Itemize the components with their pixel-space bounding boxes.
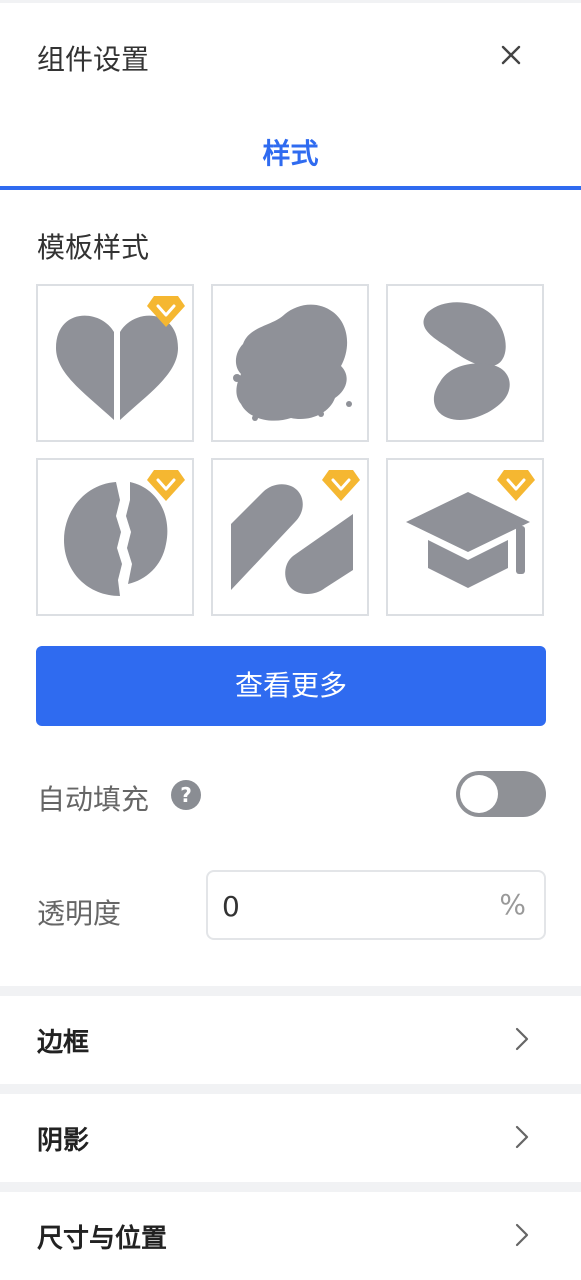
panel-header: 组件设置 xyxy=(0,0,581,110)
two-blobs-icon xyxy=(423,302,510,421)
toggle-knob xyxy=(460,775,498,813)
template-split-heart[interactable] xyxy=(36,284,194,442)
template-graduation-cap[interactable] xyxy=(386,458,544,616)
tab-bar: 样式 xyxy=(0,110,581,190)
section-size-position-label: 尺寸与位置 xyxy=(37,1224,168,1254)
view-more-button[interactable]: 查看更多 xyxy=(36,646,546,726)
auto-fill-toggle[interactable] xyxy=(456,771,546,817)
chevron-right-icon xyxy=(515,1125,529,1149)
chevron-right-icon xyxy=(515,1223,529,1247)
section-shadow[interactable]: 阴影 xyxy=(0,1094,581,1182)
section-shadow-label: 阴影 xyxy=(37,1126,90,1156)
close-button[interactable] xyxy=(494,38,528,72)
template-ink-blot[interactable] xyxy=(211,284,369,442)
opacity-input[interactable] xyxy=(222,886,472,926)
template-style-label: 模板样式 xyxy=(37,231,150,264)
section-divider xyxy=(0,1084,581,1094)
premium-gem-icon xyxy=(322,470,360,501)
premium-gem-icon xyxy=(147,296,185,327)
close-icon xyxy=(501,45,521,65)
ink-blot-icon xyxy=(233,304,352,421)
chevron-right-icon xyxy=(515,1027,529,1051)
panel-title: 组件设置 xyxy=(37,43,150,76)
opacity-field[interactable]: % xyxy=(206,870,546,940)
opacity-label: 透明度 xyxy=(37,897,122,930)
template-grid xyxy=(36,284,546,618)
premium-gem-icon xyxy=(497,470,535,501)
template-slanted-capsules[interactable] xyxy=(211,458,369,616)
section-border-label: 边框 xyxy=(37,1028,90,1058)
section-divider xyxy=(0,986,581,996)
section-size-position[interactable]: 尺寸与位置 xyxy=(0,1192,581,1280)
auto-fill-label: 自动填充 xyxy=(37,783,150,816)
section-border[interactable]: 边框 xyxy=(0,996,581,1084)
help-icon[interactable]: ? xyxy=(171,780,201,810)
premium-gem-icon xyxy=(147,470,185,501)
template-torn-circle[interactable] xyxy=(36,458,194,616)
template-two-blobs[interactable] xyxy=(386,284,544,442)
percent-unit: % xyxy=(499,888,526,921)
section-divider xyxy=(0,1182,581,1192)
tab-style[interactable]: 样式 xyxy=(0,132,581,172)
